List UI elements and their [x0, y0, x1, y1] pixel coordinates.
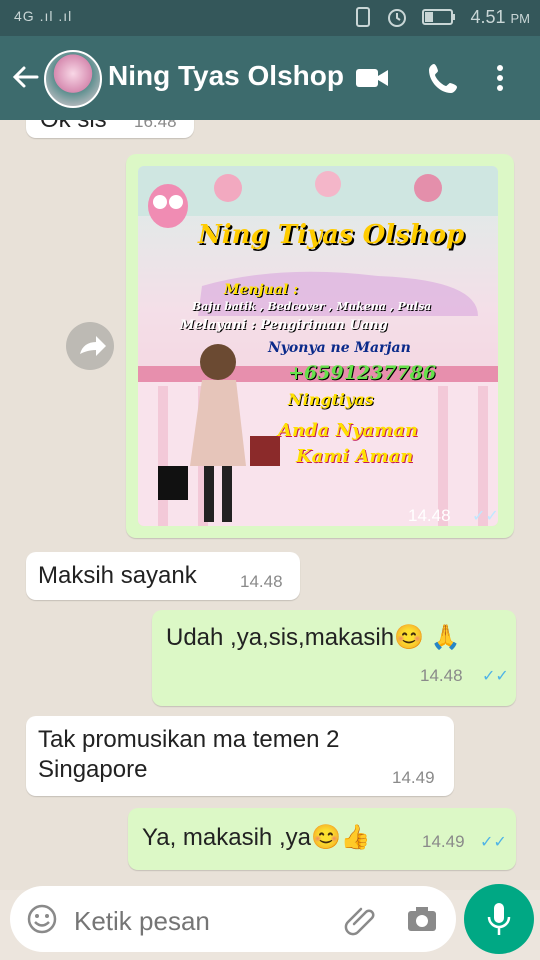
message-time: 14.49 — [422, 832, 465, 851]
back-arrow-icon[interactable] — [10, 62, 40, 92]
message-text: Singapore — [38, 756, 148, 783]
clock: 4.51 PM — [470, 7, 530, 28]
poster-line: Anda Nyaman — [278, 420, 418, 441]
attach-icon[interactable] — [344, 902, 376, 936]
image-message-bubble[interactable]: Ning Tiyas Olshop Menjual : Baju batik ,… — [126, 154, 514, 538]
network-indicator: 4G .ıl .ıl — [14, 8, 73, 24]
message-bubble-partial[interactable]: Ok sis 16.48 — [26, 120, 194, 138]
poster-title: Ning Tiyas Olshop — [198, 220, 465, 250]
message-bubble-outgoing[interactable]: Udah ,ya,sis,makasih😊 🙏 14.48 ✓✓ — [152, 610, 516, 706]
message-composer — [10, 886, 456, 952]
alarm-icon — [388, 9, 407, 27]
voice-record-button[interactable] — [464, 884, 534, 954]
poster-line: Menjual : — [224, 282, 299, 298]
message-text: Tak promusikan ma temen 2 — [38, 726, 340, 753]
read-ticks-icon: ✓✓ — [482, 668, 509, 685]
message-time: 16.48 — [134, 120, 177, 131]
read-ticks-icon: ✓✓ — [480, 834, 507, 851]
contact-name[interactable]: Ning Tyas Olshop — [108, 60, 344, 92]
battery-icon — [422, 9, 456, 25]
poster-line: Ningtiyas — [288, 390, 374, 409]
camera-icon[interactable] — [406, 903, 438, 935]
message-bubble-incoming[interactable]: Tak promusikan ma temen 2 Singapore 14.4… — [26, 716, 454, 796]
poster-line: Kami Aman — [296, 446, 414, 467]
message-bubble-outgoing[interactable]: Ya, makasih ,ya😊👍 14.49 ✓✓ — [128, 808, 516, 870]
chat-header: Ning Tyas Olshop — [0, 36, 540, 120]
message-time: 14.48 — [240, 572, 283, 591]
forward-icon — [80, 336, 106, 356]
status-bar: 4G .ıl .ıl 4.51 PM — [0, 0, 540, 36]
clock-time: 4.51 — [470, 6, 506, 27]
message-time: 14.48 — [420, 666, 463, 685]
shared-image[interactable]: Ning Tiyas Olshop Menjual : Baju batik ,… — [138, 166, 498, 526]
poster-line: Baju batik , Bedcover , Mukena , Pulsa — [192, 300, 432, 313]
chat-area[interactable]: Ok sis 16.48 — [0, 120, 540, 890]
contact-avatar[interactable] — [44, 50, 102, 108]
poster-line: Nyonya ne Marjan — [268, 340, 411, 356]
message-input[interactable] — [72, 902, 336, 940]
mic-icon — [487, 903, 511, 935]
forward-button[interactable] — [66, 322, 114, 370]
status-right: 4.51 PM — [354, 6, 530, 28]
message-text: Udah ,ya,sis,makasih😊 🙏 — [166, 624, 461, 651]
phone-icon[interactable] — [426, 60, 462, 96]
clock-ampm: PM — [510, 10, 531, 26]
more-vert-icon[interactable] — [490, 60, 510, 96]
poster-line: Melayani : Pengiriman Uang — [180, 318, 388, 333]
message-text: Maksih sayank — [38, 562, 197, 589]
vibrate-icon — [356, 7, 371, 27]
emoji-icon[interactable] — [26, 903, 58, 935]
message-time: 14.49 — [392, 768, 435, 787]
message-bubble-incoming[interactable]: Maksih sayank 14.48 — [26, 552, 300, 600]
video-call-icon[interactable] — [354, 60, 390, 96]
message-time: 14.48 — [408, 506, 451, 525]
message-text: Ya, makasih ,ya😊👍 — [142, 824, 371, 851]
owl-illustration — [148, 184, 188, 228]
poster-line: +6591237786 — [288, 362, 437, 384]
message-text: Ok sis — [40, 120, 107, 136]
read-ticks-icon: ✓✓ — [472, 508, 498, 525]
